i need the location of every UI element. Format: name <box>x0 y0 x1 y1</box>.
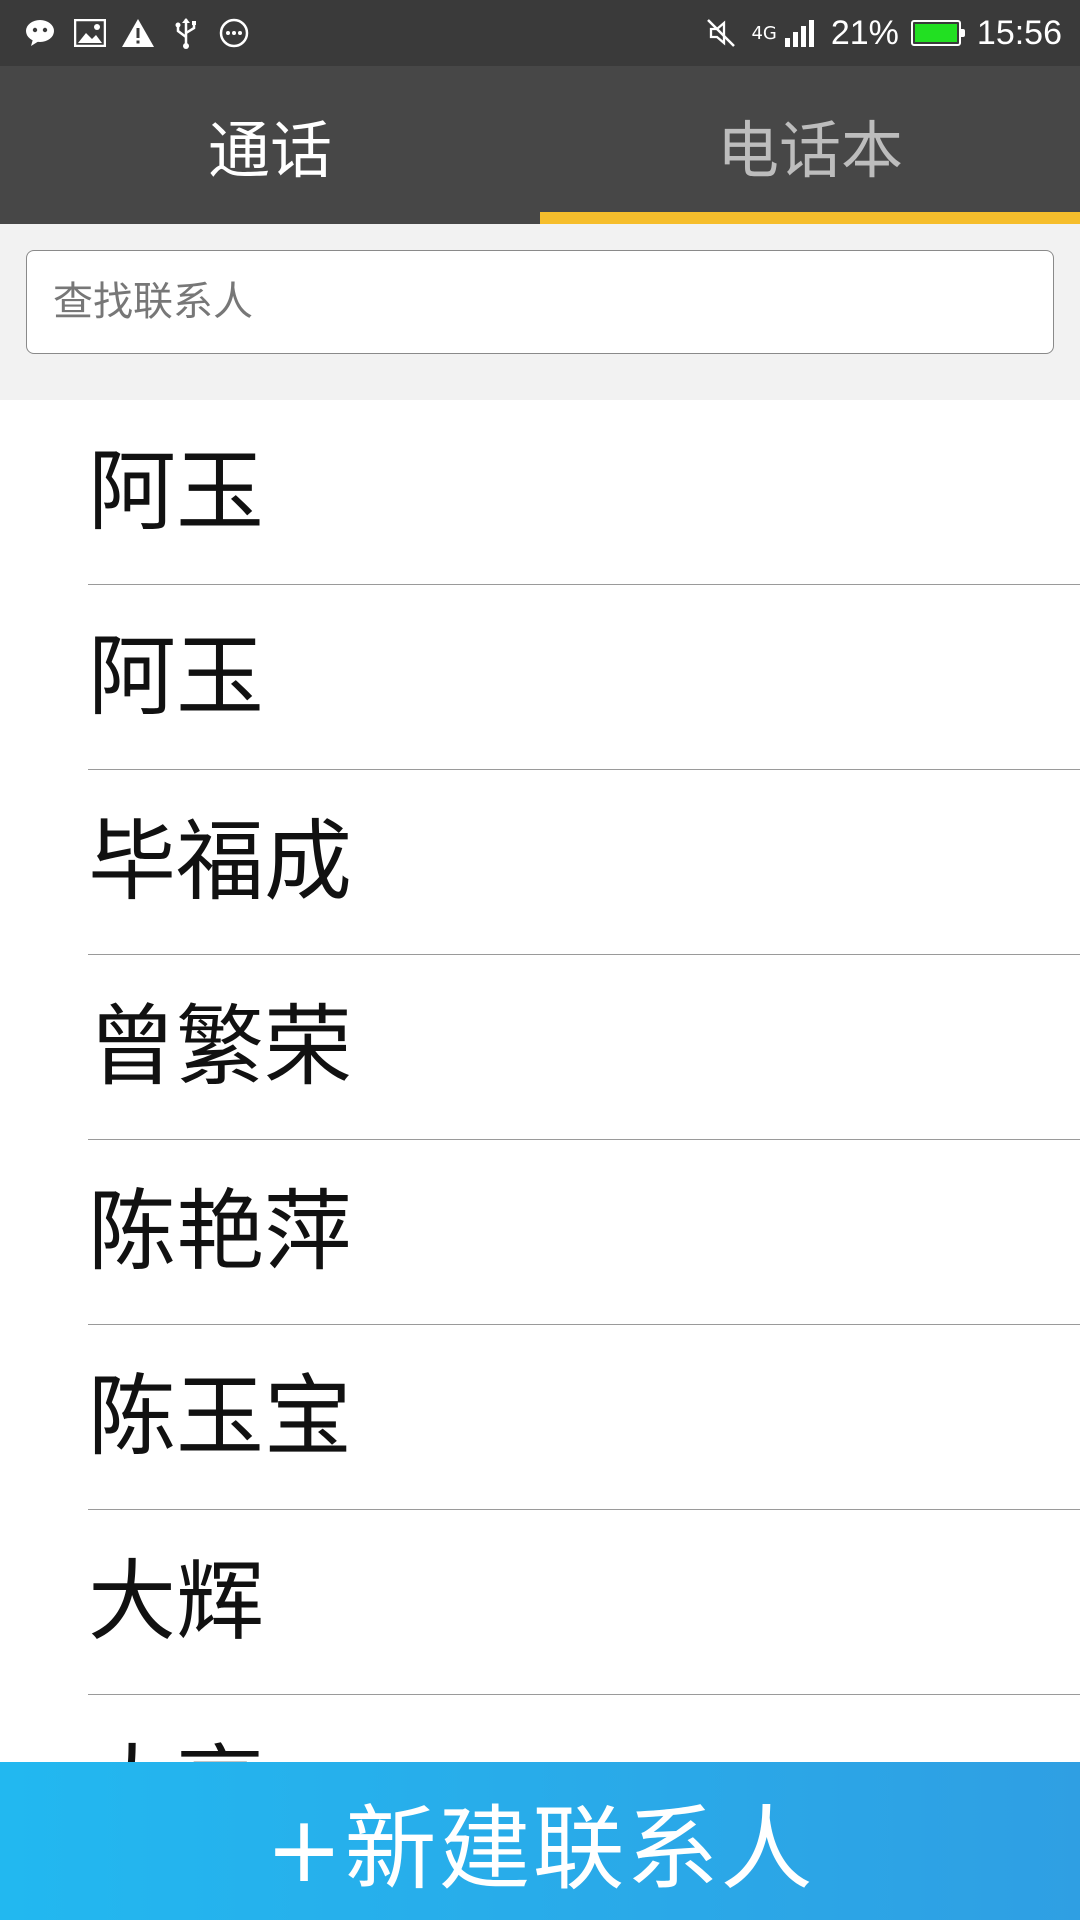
search-area <box>0 224 1080 400</box>
tab-phonebook-label: 电话本 <box>716 114 903 187</box>
list-item[interactable]: 毕福成 <box>88 770 1080 955</box>
contact-name: 陈艳萍 <box>88 1180 353 1283</box>
contact-name: 阿玉 <box>88 625 265 728</box>
battery-percent: 21% <box>830 13 899 52</box>
usb-icon <box>168 15 204 51</box>
list-item[interactable]: 大亮 <box>88 1695 1080 1763</box>
list-item[interactable]: 陈艳萍 <box>88 1140 1080 1325</box>
image-icon <box>72 15 108 51</box>
contact-name: 大辉 <box>88 1550 265 1653</box>
tab-calls-label: 通话 <box>207 114 332 187</box>
wechat-icon <box>24 15 60 51</box>
contact-list: 阿玉 阿玉 毕福成 曾繁荣 陈艳萍 陈玉宝 大辉 大亮 <box>0 400 1080 1762</box>
contact-name: 大亮 <box>88 1743 264 1763</box>
battery-fill <box>914 24 957 42</box>
contact-name: 阿玉 <box>88 440 265 543</box>
status-bar: 4G 21% 15:56 <box>0 0 1080 66</box>
list-item[interactable]: 大辉 <box>88 1510 1080 1695</box>
more-icon <box>216 15 252 51</box>
tab-phonebook[interactable]: 电话本 <box>540 66 1080 224</box>
mute-icon <box>703 15 739 51</box>
signal-icon <box>783 15 819 51</box>
active-tab-indicator <box>540 212 1080 224</box>
list-item[interactable]: 阿玉 <box>88 400 1080 585</box>
contact-name: 毕福成 <box>88 810 353 913</box>
contact-name: 曾繁荣 <box>88 995 353 1098</box>
list-item[interactable]: 曾繁荣 <box>88 955 1080 1140</box>
search-input[interactable] <box>26 250 1054 354</box>
list-item[interactable]: 陈玉宝 <box>88 1325 1080 1510</box>
status-left-icons <box>24 15 252 51</box>
tab-calls[interactable]: 通话 <box>0 66 540 224</box>
contact-name: 陈玉宝 <box>88 1365 353 1468</box>
battery-icon <box>910 20 965 46</box>
tab-bar: 通话 电话本 <box>0 66 1080 224</box>
clock: 15:56 <box>976 13 1062 52</box>
network-type: 4G <box>751 22 777 44</box>
list-item[interactable]: 阿玉 <box>88 585 1080 770</box>
status-right-icons: 4G 21% 15:56 <box>703 14 1062 53</box>
new-contact-button[interactable]: +新建联系人 <box>0 1762 1080 1920</box>
warning-icon <box>120 15 156 51</box>
